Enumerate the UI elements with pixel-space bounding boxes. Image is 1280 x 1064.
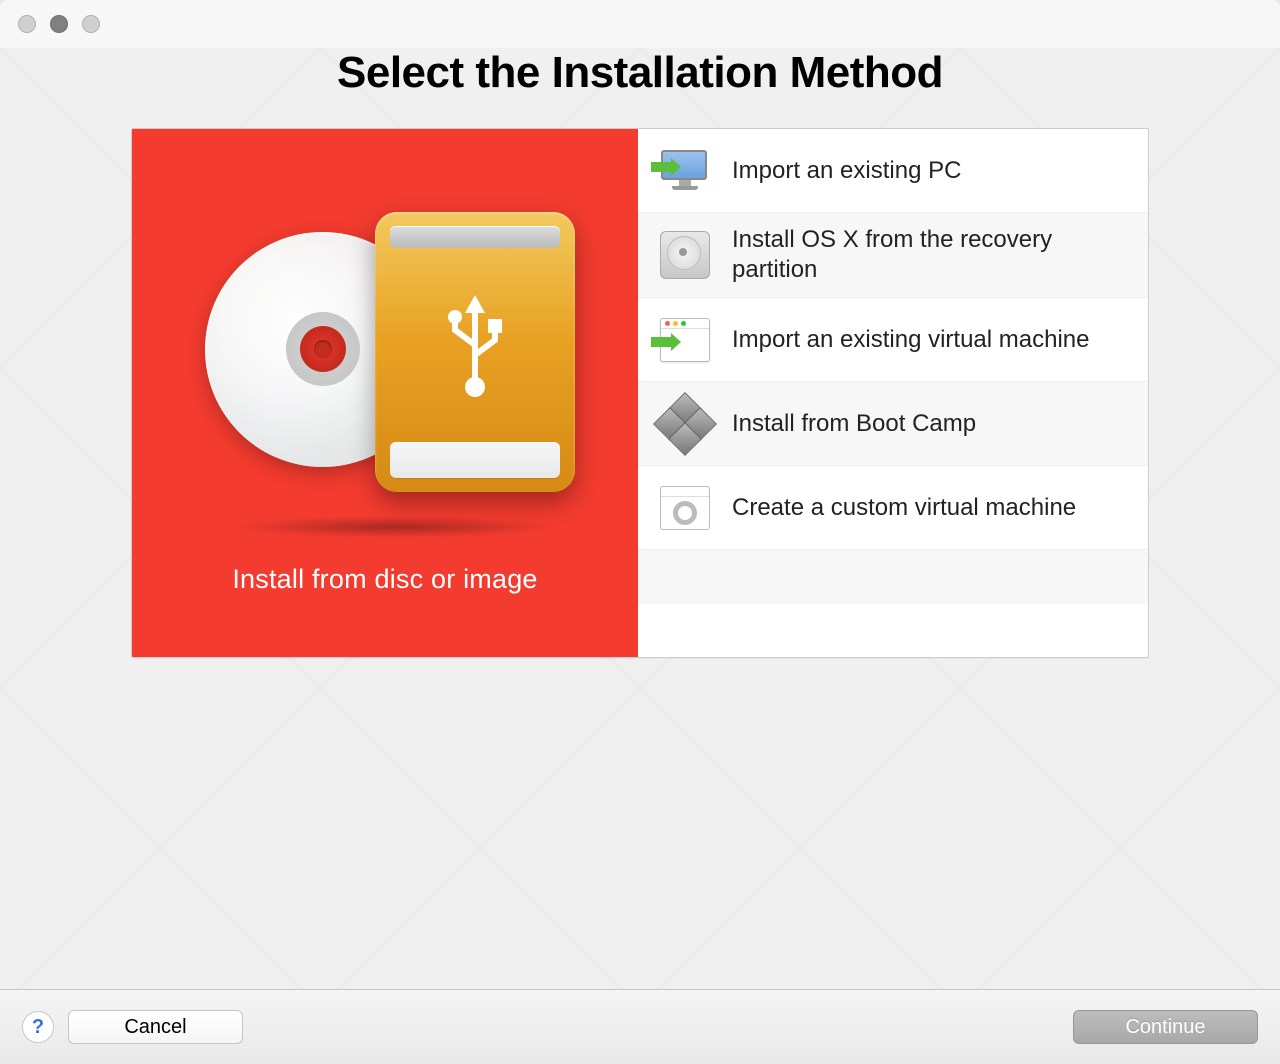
header: Select the Installation Method [337,48,943,128]
vm-window-import-icon [658,313,712,367]
option-label: Install OS X from the recovery partition [732,225,1128,285]
pc-import-icon [658,144,712,198]
selected-method-label: Install from disc or image [232,564,537,595]
custom-vm-icon [658,481,712,535]
window-zoom-button[interactable] [82,15,100,33]
installer-window: Select the Installation Method [0,0,1280,1064]
option-import-vm[interactable]: Import an existing virtual machine [638,298,1148,382]
cancel-button[interactable]: Cancel [68,1010,243,1044]
window-minimize-button[interactable] [50,15,68,33]
option-create-custom-vm[interactable]: Create a custom virtual machine [638,466,1148,550]
titlebar [0,0,1280,48]
window-close-button[interactable] [18,15,36,33]
method-list: Import an existing PC Install OS X from … [638,129,1148,657]
page-title: Select the Installation Method [337,48,943,98]
usb-symbol-icon [440,285,510,405]
option-label: Import an existing PC [732,156,961,186]
option-label: Create a custom virtual machine [732,493,1076,523]
option-import-pc[interactable]: Import an existing PC [638,129,1148,213]
option-label: Install from Boot Camp [732,409,976,439]
hard-drive-icon [658,228,712,282]
help-button[interactable]: ? [22,1011,54,1043]
option-install-bootcamp[interactable]: Install from Boot Camp [638,382,1148,466]
bootcamp-icon [658,397,712,451]
disc-usb-illustration [205,212,565,512]
option-install-osx-recovery[interactable]: Install OS X from the recovery partition [638,213,1148,298]
method-picker: Install from disc or image Import an exi… [131,128,1149,658]
selected-method-hero[interactable]: Install from disc or image [132,129,638,657]
footer-toolbar: ? Cancel Continue [0,989,1280,1064]
content-area: Select the Installation Method [0,48,1280,989]
option-label: Import an existing virtual machine [732,325,1090,355]
list-filler [638,550,1148,657]
usb-drive-icon [375,212,575,492]
continue-button[interactable]: Continue [1073,1010,1258,1044]
